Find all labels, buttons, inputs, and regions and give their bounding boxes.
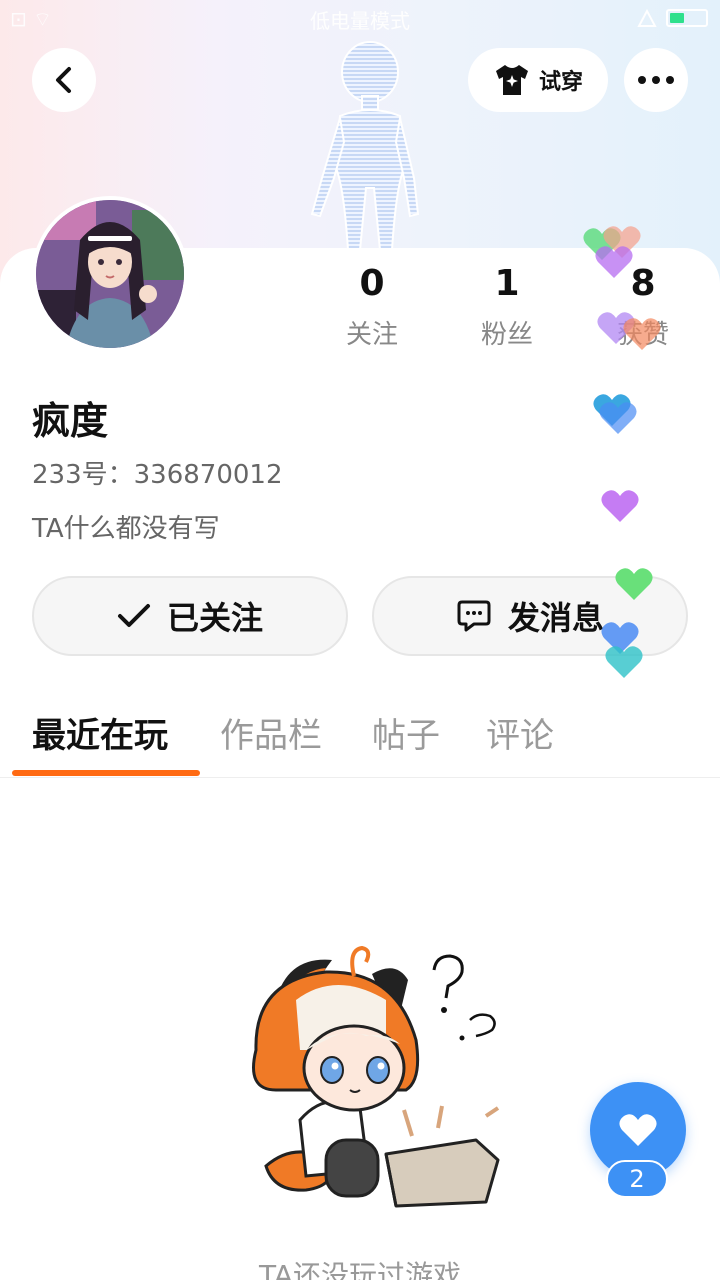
message-label: 发消息 xyxy=(507,599,604,637)
floating-heart-icon xyxy=(605,646,643,678)
tshirt-icon xyxy=(495,65,528,95)
bio: TA什么都没有写 xyxy=(32,514,220,544)
tab-posts[interactable]: 帖子 xyxy=(372,708,440,757)
chat-icon xyxy=(457,600,491,632)
stat-value: 1 xyxy=(494,263,520,304)
status-bar: ⊡ ⌔ 低电量模式 xyxy=(0,0,720,36)
followed-label: 已关注 xyxy=(166,599,263,637)
status-icons-right xyxy=(636,8,708,28)
more-icon xyxy=(638,76,674,84)
back-button[interactable] xyxy=(32,48,96,112)
status-mode-text: 低电量模式 xyxy=(310,9,410,33)
tab-works[interactable]: 作品栏 xyxy=(220,708,322,757)
nickname: 疯度 xyxy=(32,399,109,443)
empty-state-text: TA还没玩过游戏 xyxy=(258,1259,462,1280)
floating-heart-icon xyxy=(615,568,653,600)
floating-heart-icon xyxy=(601,490,639,522)
try-on-button[interactable]: 试穿 xyxy=(468,48,608,112)
tab-recent-play[interactable]: 最近在玩 xyxy=(32,708,168,757)
stat-label: 关注 xyxy=(345,320,398,350)
user-id: 233号：336870012 xyxy=(32,460,283,490)
floating-heart-icon xyxy=(595,246,633,278)
try-on-label: 试穿 xyxy=(538,70,583,95)
stat-value: 0 xyxy=(359,263,385,304)
stat-following[interactable]: 0 关注 xyxy=(312,262,432,351)
tab-comments[interactable]: 评论 xyxy=(486,708,554,757)
stat-followers[interactable]: 1 粉丝 xyxy=(447,262,567,351)
floating-heart-icon xyxy=(623,318,661,350)
stat-label: 粉丝 xyxy=(480,320,533,350)
heart-icon xyxy=(619,1114,657,1146)
back-icon xyxy=(56,67,71,93)
empty-state-illustration xyxy=(252,945,500,1208)
like-count-badge: 2 xyxy=(606,1160,668,1198)
alarm-icon xyxy=(637,8,657,27)
more-button[interactable] xyxy=(624,48,688,112)
battery-icon xyxy=(666,9,708,27)
check-icon xyxy=(117,604,150,627)
tab-active-indicator xyxy=(12,770,200,776)
floating-heart-icon xyxy=(599,402,637,434)
avatar[interactable] xyxy=(32,196,188,352)
followed-button[interactable]: 已关注 xyxy=(32,576,348,656)
avatar-illustration xyxy=(36,200,184,348)
avatar-3d-figure xyxy=(310,41,420,250)
profile-tabs: 最近在玩 作品栏 帖子 评论 xyxy=(0,700,720,778)
